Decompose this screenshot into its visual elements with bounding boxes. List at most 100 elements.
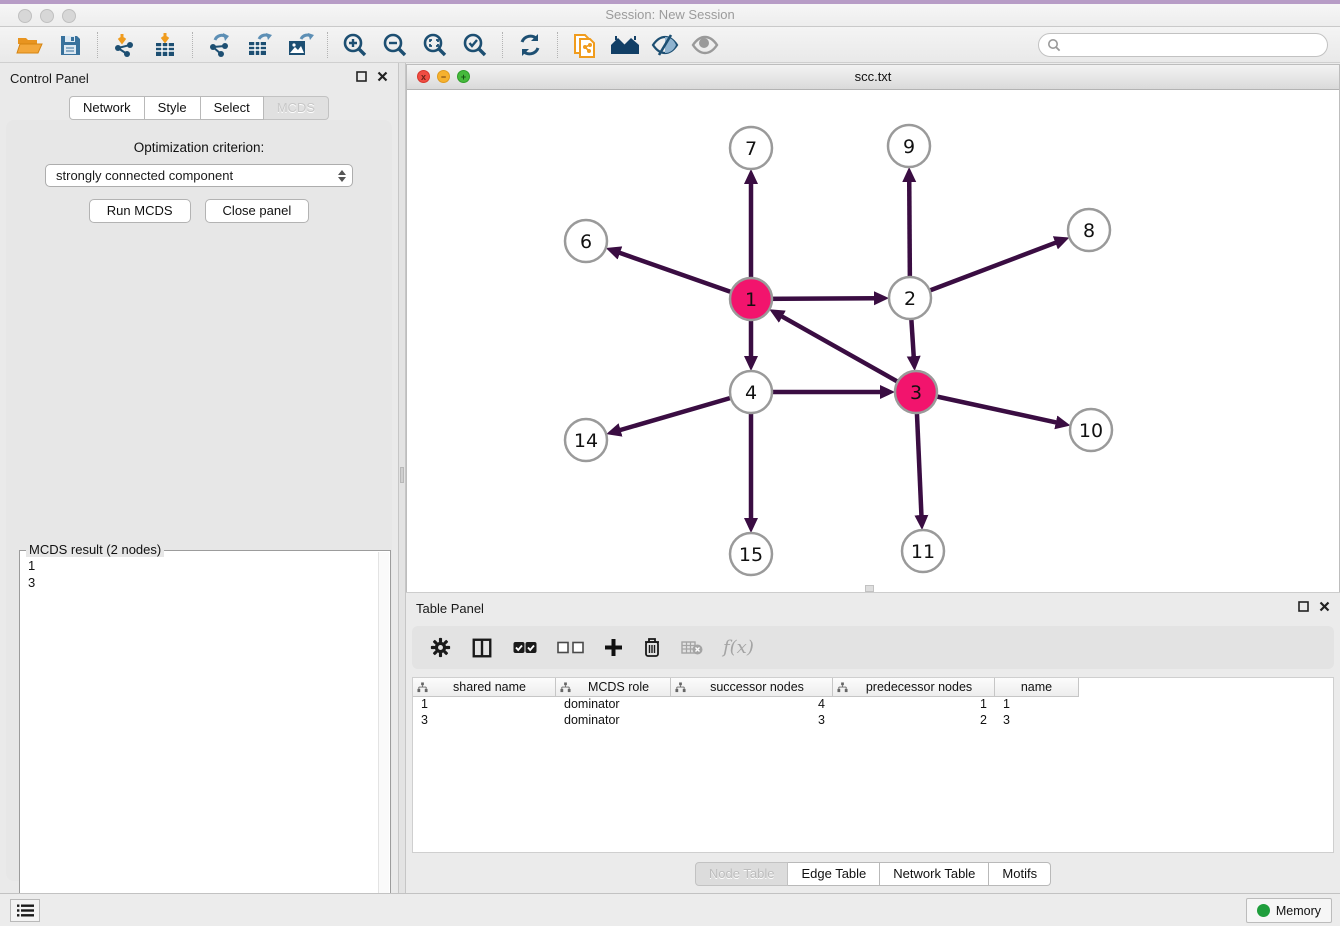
open-folder-icon — [16, 33, 44, 57]
graph-edge-3-1[interactable] — [781, 316, 916, 392]
zoom-fit-icon — [422, 32, 448, 58]
graph-node-2[interactable]: 2 — [889, 277, 931, 319]
search-box[interactable] — [1038, 33, 1328, 57]
cell-predecessor-nodes[interactable]: 2 — [833, 713, 995, 729]
float-icon[interactable] — [356, 71, 367, 82]
graph-node-3[interactable]: 3 — [895, 371, 937, 413]
graph-node-9[interactable]: 9 — [888, 125, 930, 167]
export-table-button[interactable] — [240, 30, 280, 60]
cell-name[interactable]: 1 — [995, 697, 1079, 713]
home-icon — [610, 33, 640, 57]
tab-node-table[interactable]: Node Table — [695, 862, 789, 886]
graph-node-14[interactable]: 14 — [565, 419, 607, 461]
column-header-name[interactable]: name — [995, 678, 1079, 697]
network-canvas[interactable]: 7 9 6 8 1 2 4 3 14 10 15 11 — [407, 90, 1339, 593]
memory-button[interactable]: Memory — [1246, 898, 1332, 923]
column-header-successor-nodes[interactable]: successor nodes — [671, 678, 833, 697]
table-panel: Table Panel f(x) — [406, 592, 1340, 893]
clone-network-button[interactable] — [565, 30, 605, 60]
cell-successor-nodes[interactable]: 4 — [671, 697, 833, 713]
toolbar-separator — [192, 32, 193, 58]
task-history-button[interactable] — [10, 899, 40, 922]
control-panel-header: Control Panel — [0, 63, 398, 93]
graph-node-7[interactable]: 7 — [730, 127, 772, 169]
table-row[interactable]: 3 dominator 3 2 3 — [413, 713, 1333, 729]
cell-predecessor-nodes[interactable]: 1 — [833, 697, 995, 713]
mcds-result-item[interactable]: 3 — [28, 574, 382, 591]
tab-network-table[interactable]: Network Table — [880, 862, 989, 886]
tab-style[interactable]: Style — [145, 96, 201, 120]
import-table-icon — [152, 32, 178, 58]
column-header-mcds-role[interactable]: MCDS role — [556, 678, 671, 697]
network-graph[interactable]: 7 9 6 8 1 2 4 3 14 10 15 11 — [407, 90, 1340, 593]
refresh-button[interactable] — [510, 30, 550, 60]
control-panel-tabs: Network Style Select MCDS — [0, 96, 398, 120]
hide-details-button[interactable] — [645, 30, 685, 60]
delete-table-icon — [681, 640, 703, 655]
table-settings-button[interactable] — [430, 637, 451, 658]
add-column-button[interactable] — [604, 638, 623, 657]
save-session-button[interactable] — [50, 30, 90, 60]
function-builder-button[interactable]: f(x) — [723, 637, 754, 658]
tab-network[interactable]: Network — [69, 96, 145, 120]
mcds-result-list[interactable]: 1 3 — [20, 551, 390, 597]
result-scrollbar[interactable] — [378, 552, 389, 924]
vertical-splitter[interactable] — [398, 63, 406, 893]
graph-node-1[interactable]: 1 — [730, 278, 772, 320]
table-row[interactable]: 1 dominator 4 1 1 — [413, 697, 1333, 713]
control-panel-title: Control Panel — [10, 71, 89, 86]
run-mcds-button[interactable]: Run MCDS — [89, 199, 191, 223]
cell-name[interactable]: 3 — [995, 713, 1079, 729]
cell-shared-name[interactable]: 1 — [413, 697, 556, 713]
svg-text:9: 9 — [903, 136, 915, 158]
graph-node-4[interactable]: 4 — [730, 371, 772, 413]
import-network-button[interactable] — [105, 30, 145, 60]
graph-node-11[interactable]: 11 — [902, 530, 944, 572]
tab-mcds[interactable]: MCDS — [264, 96, 329, 120]
column-label: predecessor nodes — [848, 680, 990, 694]
export-network-button[interactable] — [200, 30, 240, 60]
network-window-title: scc.txt — [407, 69, 1339, 84]
graph-node-10[interactable]: 10 — [1070, 409, 1112, 451]
graph-node-15[interactable]: 15 — [730, 533, 772, 575]
open-session-button[interactable] — [10, 30, 50, 60]
gear-icon — [430, 637, 451, 658]
tab-motifs[interactable]: Motifs — [989, 862, 1051, 886]
mcds-result-item[interactable]: 1 — [28, 557, 382, 574]
zoom-out-button[interactable] — [375, 30, 415, 60]
toolbar-separator — [502, 32, 503, 58]
cell-mcds-role[interactable]: dominator — [556, 713, 671, 729]
delete-column-button[interactable] — [643, 637, 661, 658]
column-header-shared-name[interactable]: shared name — [413, 678, 556, 697]
float-icon[interactable] — [1298, 601, 1309, 612]
tab-edge-table[interactable]: Edge Table — [788, 862, 880, 886]
canvas-resize-grip[interactable] — [865, 585, 874, 592]
zoom-in-button[interactable] — [335, 30, 375, 60]
optimization-criterion-select[interactable]: strongly connected component — [45, 164, 353, 187]
zoom-fit-button[interactable] — [415, 30, 455, 60]
show-details-button[interactable] — [685, 30, 725, 60]
splitter-handle-icon[interactable] — [400, 467, 404, 483]
tab-select[interactable]: Select — [201, 96, 264, 120]
split-columns-button[interactable] — [471, 637, 493, 659]
zoom-in-icon — [342, 32, 368, 58]
close-icon[interactable] — [377, 71, 388, 82]
close-icon[interactable] — [1319, 601, 1330, 612]
close-panel-button[interactable]: Close panel — [205, 199, 310, 223]
home-icon-button[interactable] — [605, 30, 645, 60]
cell-shared-name[interactable]: 3 — [413, 713, 556, 729]
graph-node-8[interactable]: 8 — [1068, 209, 1110, 251]
cell-successor-nodes[interactable]: 3 — [671, 713, 833, 729]
search-input[interactable] — [1061, 38, 1319, 52]
network-window-titlebar[interactable]: x − + scc.txt — [407, 65, 1339, 90]
zoom-selected-button[interactable] — [455, 30, 495, 60]
export-image-button[interactable] — [280, 30, 320, 60]
graph-edge-2-8[interactable] — [910, 242, 1057, 298]
select-all-checkboxes-button[interactable] — [513, 641, 537, 654]
import-table-button[interactable] — [145, 30, 185, 60]
graph-node-6[interactable]: 6 — [565, 220, 607, 262]
cell-mcds-role[interactable]: dominator — [556, 697, 671, 713]
column-header-predecessor-nodes[interactable]: predecessor nodes — [833, 678, 995, 697]
clear-checkboxes-button[interactable] — [557, 641, 584, 654]
delete-table-button[interactable] — [681, 640, 703, 655]
